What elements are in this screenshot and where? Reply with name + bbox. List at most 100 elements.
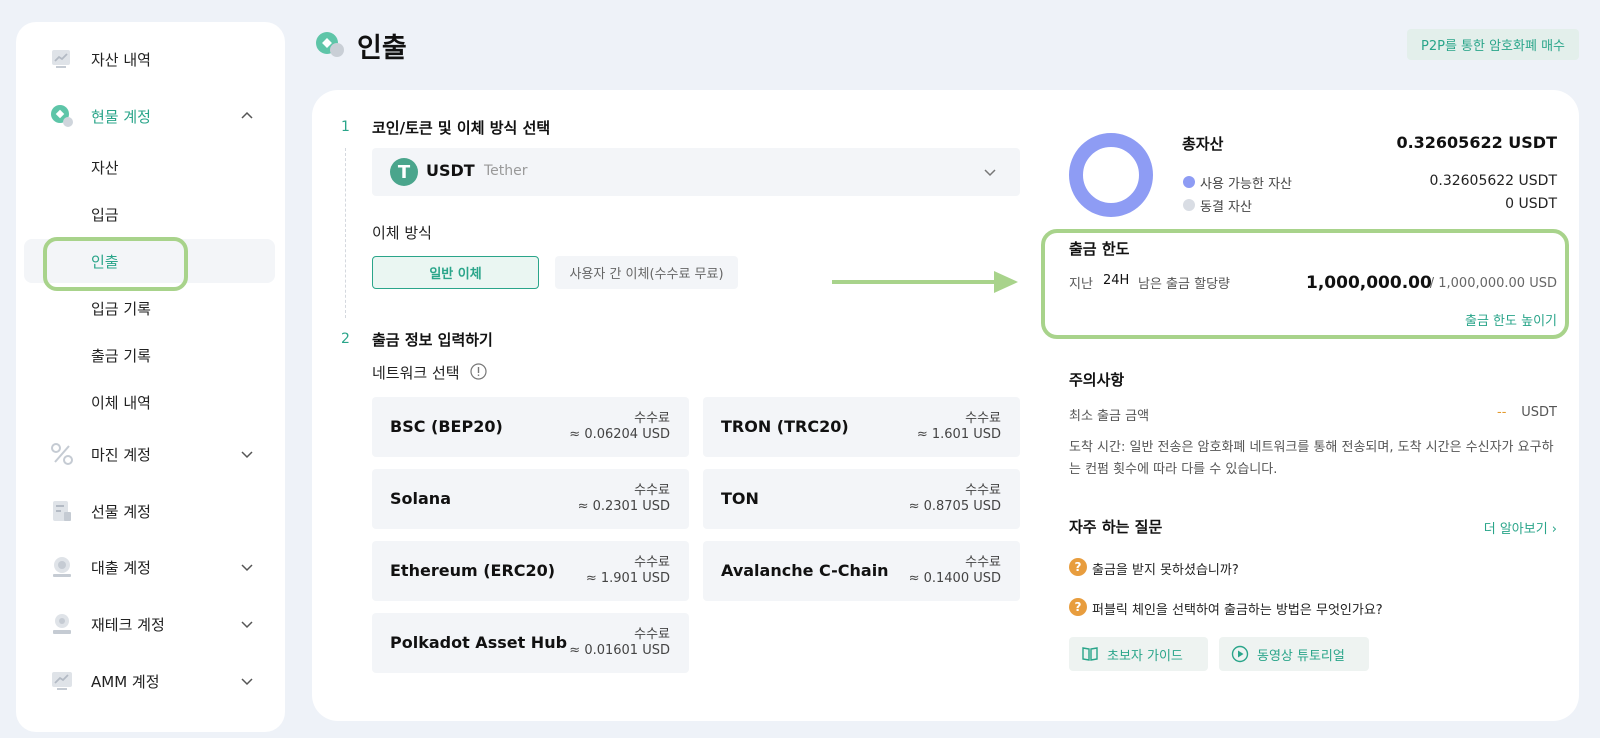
fee-label: 수수료 [634,411,670,426]
question-icon: ? [1069,558,1087,576]
coin-name: Tether [484,163,528,179]
sidebar-subitem-label: 입금 [91,206,119,224]
user-transfer-button[interactable]: 사용자 간 이체(수수료 무료) [555,256,738,289]
fee-value: ≈ 0.8705 USD [908,499,1001,514]
frozen-assets-value: 0 USDT [1505,196,1557,212]
sidebar-item-margin-account[interactable]: 마진 계정 [16,431,285,477]
faq-question-link[interactable]: 퍼블릭 체인을 선택하여 출금하는 방법은 무엇인가요? [1092,599,1383,618]
beginner-guide-button[interactable]: 초보자 가이드 [1069,637,1208,671]
sidebar-item-loan-account[interactable]: 대출 계정 [16,544,285,590]
available-assets-label: 사용 가능한 자산 [1200,177,1292,192]
network-name: Ethereum (ERC20) [390,561,556,580]
sidebar-item-label: 현물 계정 [91,107,151,126]
spot-account-icon [51,105,73,127]
sidebar-subitem-label: 이체 내역 [91,394,151,412]
coin-select[interactable]: T USDT Tether [372,148,1020,196]
sidebar-subitem-label: 출금 기록 [91,347,151,365]
min-withdraw-unit: USDT [1521,405,1557,420]
play-icon [1231,645,1249,663]
network-name: Polkadot Asset Hub [390,633,568,652]
sidebar-item-label: 대출 계정 [91,558,151,577]
sidebar-subitem-withdraw-history[interactable]: 출금 기록 [16,333,285,377]
network-option-ton[interactable]: TON 수수료 ≈ 0.8705 USD [703,469,1020,529]
total-assets-value: 0.32605622 USDT [1396,133,1557,152]
chevron-down-icon [984,169,996,177]
sidebar: 자산 내역 현물 계정 자산 입금 인출 입금 기록 출금 기록 이체 내역 마… [16,22,285,732]
min-withdraw-label: 최소 출금 금액 [1069,409,1150,424]
sidebar-item-asset-history[interactable]: 자산 내역 [16,36,285,82]
transfer-method-label: 이체 방식 [372,224,432,242]
fee-label: 수수료 [965,483,1001,498]
frozen-assets-label: 동결 자산 [1200,200,1252,215]
faq-title: 자주 하는 질문 [1069,518,1163,536]
fee-label: 수수료 [634,483,670,498]
futures-icon [53,501,71,521]
available-legend-dot [1183,176,1195,188]
beginner-guide-label: 초보자 가이드 [1107,648,1183,664]
fee-value: ≈ 1.901 USD [585,571,670,586]
highlight-withdraw-annotation [43,237,188,291]
info-icon[interactable] [470,363,487,380]
sidebar-subitem-transfer-history[interactable]: 이체 내역 [16,380,285,424]
amm-icon [52,672,72,690]
video-tutorial-button[interactable]: 동영상 튜토리얼 [1219,637,1369,671]
sidebar-item-label: 선물 계정 [91,502,151,521]
step-title: 코인/토큰 및 이체 방식 선택 [372,119,551,137]
fee-label: 수수료 [965,411,1001,426]
withdraw-limit-title: 출금 한도 [1069,240,1130,258]
min-withdraw-value: -- [1497,405,1507,420]
network-name: Avalanche C-Chain [721,561,889,580]
chevron-down-icon [241,451,253,459]
p2p-buy-button[interactable]: P2P를 통한 암호화폐 매수 [1407,29,1579,60]
question-icon: ? [1069,598,1087,616]
annotation-arrow-icon [832,271,1018,293]
page-title: 인출 [357,33,407,64]
limit-total-amount: / 1,000,000.00 USD [1429,276,1557,291]
step-title: 출금 정보 입력하기 [372,331,493,349]
fee-label: 수수료 [965,555,1001,570]
step-number: 1 [341,119,350,135]
sidebar-item-label: 마진 계정 [91,445,151,464]
sidebar-item-label: 재테크 계정 [91,615,165,634]
fee-value: ≈ 0.1400 USD [908,571,1001,586]
available-assets-value: 0.32605622 USDT [1429,173,1557,189]
fee-label: 수수료 [634,627,670,642]
sidebar-item-futures-account[interactable]: 선물 계정 [16,488,285,534]
network-option-ethereum[interactable]: Ethereum (ERC20) 수수료 ≈ 1.901 USD [372,541,689,601]
network-name: BSC (BEP20) [390,417,503,436]
step-connector [345,148,346,318]
limit-past-label: 지난 [1069,277,1093,292]
limit-remaining-label: 남은 출금 할당량 [1138,277,1230,292]
sidebar-subitem-label: 입금 기록 [91,300,151,318]
arrival-time-note: 도착 시간: 일반 전송은 암호화폐 네트워크를 통해 전송되며, 도착 시간은… [1069,440,1554,477]
faq-question-link[interactable]: 출금을 받지 못하셨습니까? [1092,559,1239,578]
fee-value: ≈ 0.01601 USD [569,643,670,658]
sidebar-item-amm-account[interactable]: AMM 계정 [16,658,285,704]
sidebar-subitem-label: 자산 [91,159,119,177]
chevron-down-icon [241,678,253,686]
sidebar-subitem-deposit-history[interactable]: 입금 기록 [16,286,285,330]
withdraw-icon [316,32,344,57]
network-option-tron[interactable]: TRON (TRC20) 수수료 ≈ 1.601 USD [703,397,1020,457]
margin-icon [51,443,73,465]
chevron-down-icon [241,564,253,572]
network-option-polkadot[interactable]: Polkadot Asset Hub 수수료 ≈ 0.01601 USD [372,613,689,673]
sidebar-item-label: 자산 내역 [91,50,151,69]
general-transfer-button[interactable]: 일반 이체 [372,256,539,289]
total-assets-label: 총자산 [1182,135,1224,153]
sidebar-subitem-assets[interactable]: 자산 [16,145,285,189]
tether-logo-icon: T [390,158,418,186]
raise-limit-link[interactable]: 출금 한도 높이기 [1465,310,1557,329]
fee-label: 수수료 [634,555,670,570]
coin-symbol: USDT [426,161,475,180]
sidebar-item-spot-account[interactable]: 현물 계정 [16,93,285,139]
network-option-avalanche[interactable]: Avalanche C-Chain 수수료 ≈ 0.1400 USD [703,541,1020,601]
sidebar-subitem-deposit[interactable]: 입금 [16,192,285,236]
learn-more-link[interactable]: 더 알아보기 › [1484,518,1557,537]
network-name: Solana [390,489,451,508]
network-option-solana[interactable]: Solana 수수료 ≈ 0.2301 USD [372,469,689,529]
network-name: TON [721,489,759,508]
sidebar-item-earn-account[interactable]: 재테크 계정 [16,601,285,647]
network-option-bsc[interactable]: BSC (BEP20) 수수료 ≈ 0.06204 USD [372,397,689,457]
fee-value: ≈ 0.2301 USD [577,499,670,514]
